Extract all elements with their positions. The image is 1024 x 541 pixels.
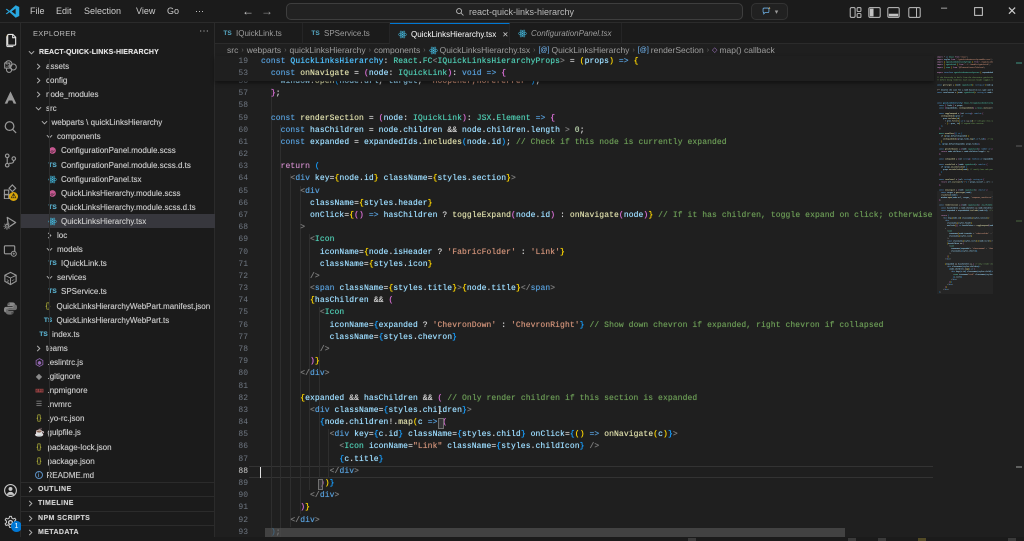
svg-text:S: S xyxy=(6,63,10,69)
